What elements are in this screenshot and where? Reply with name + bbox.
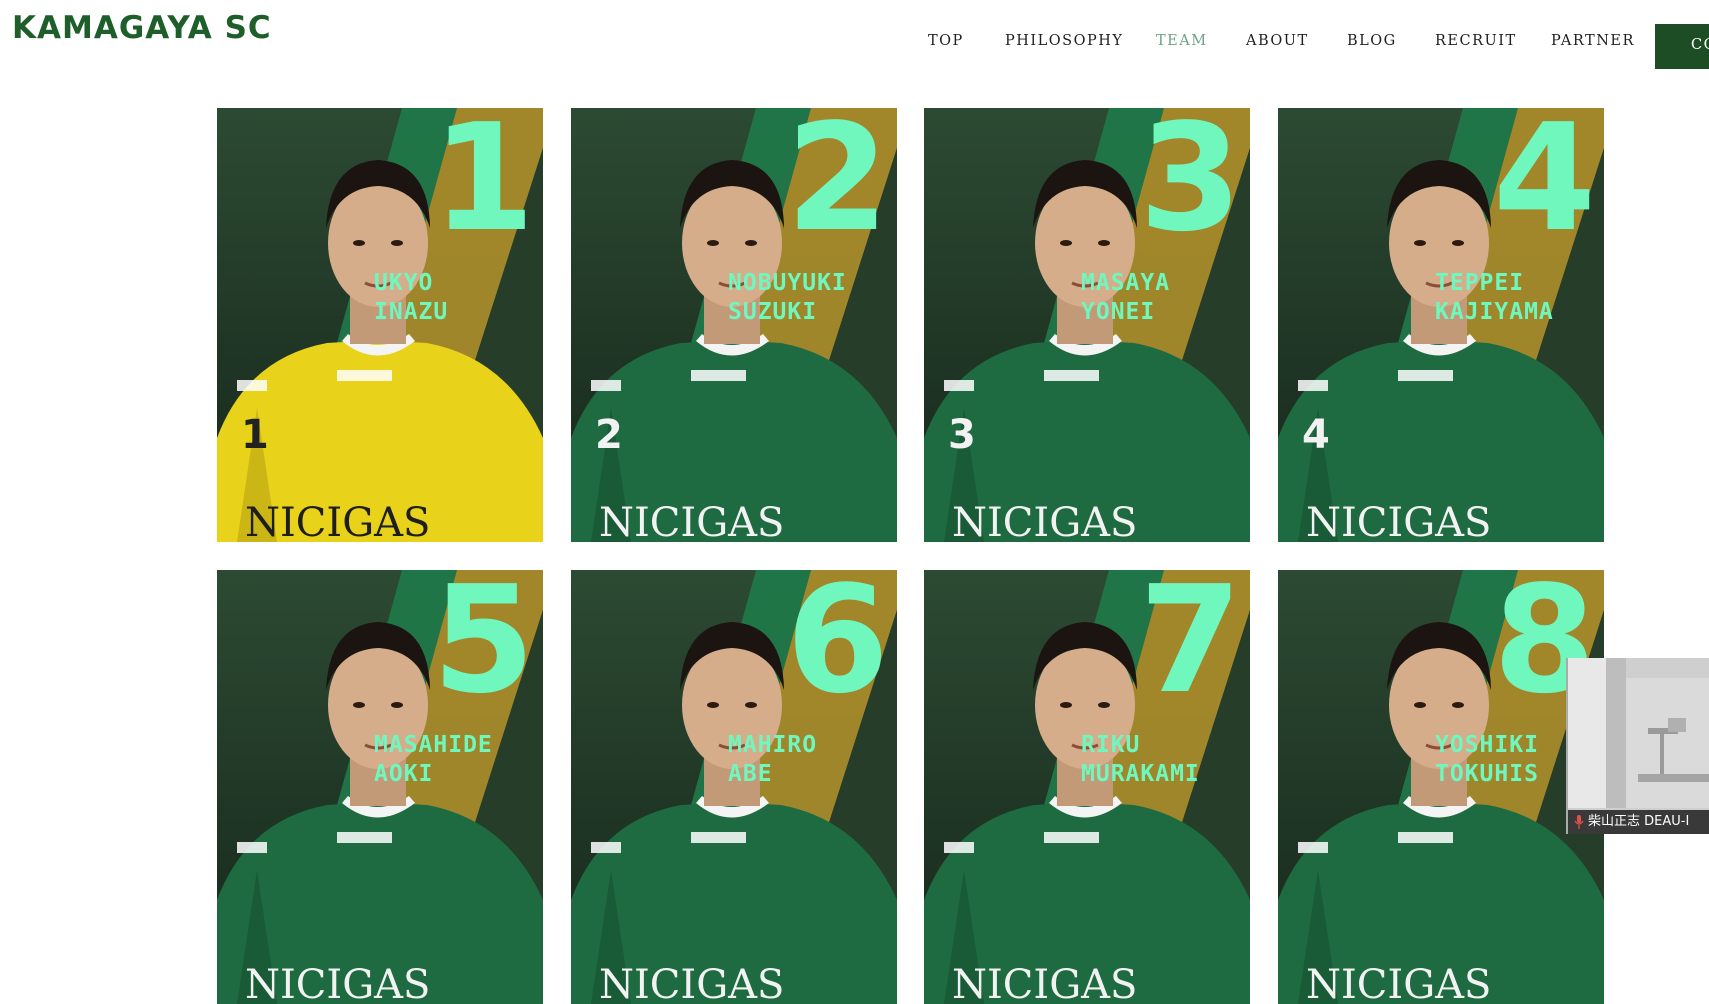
player-card[interactable]: NICIGAS 5 MASAHIDE AOKI: [217, 570, 543, 1004]
video-call-overlay[interactable]: 柴山正志 DEAU-I: [1566, 658, 1709, 834]
contact-button-label: CO: [1691, 37, 1709, 53]
nav-about[interactable]: ABOUT: [1246, 33, 1309, 49]
sponsor-text: NICIGAS: [599, 962, 784, 1004]
player-name: RIKU MURAKAMI: [1081, 732, 1200, 787]
main-nav: TOP PHILOSOPHY TEAM ABOUT BLOG RECRUIT P…: [0, 33, 1709, 57]
player-card[interactable]: 1 NICIGAS 1 UKYO INAZU: [217, 108, 543, 542]
player-name: MASAYA YONEI: [1081, 270, 1171, 325]
player-card[interactable]: NICIGAS 6 MAHIRO ABE: [571, 570, 897, 1004]
player-name: UKYO INAZU: [374, 270, 449, 325]
nav-top[interactable]: TOP: [928, 33, 964, 49]
sponsor-text: NICIGAS: [599, 500, 784, 542]
contact-button[interactable]: CO: [1655, 24, 1709, 69]
player-number: 1: [432, 108, 535, 264]
nav-recruit[interactable]: RECRUIT: [1435, 33, 1517, 49]
video-feed: [1568, 658, 1709, 834]
nav-blog[interactable]: BLOG: [1347, 33, 1397, 49]
svg-text:2: 2: [595, 412, 623, 458]
player-number: 4: [1493, 108, 1596, 264]
player-card[interactable]: 3 NICIGAS 3 MASAYA YONEI: [924, 108, 1250, 542]
video-caption: 柴山正志 DEAU-I: [1568, 810, 1709, 834]
muted-mic-icon: [1574, 814, 1584, 829]
player-card[interactable]: 2 NICIGAS 2 NOBUYUKI SUZUKI: [571, 108, 897, 542]
player-number: 5: [432, 570, 535, 726]
player-number: 3: [1139, 108, 1242, 264]
sponsor-text: NICIGAS: [952, 962, 1137, 1004]
player-card[interactable]: NICIGAS 7 RIKU MURAKAMI: [924, 570, 1250, 1004]
player-name: YOSHIKI TOKUHIS: [1435, 732, 1539, 787]
player-number: 6: [786, 570, 889, 726]
svg-text:1: 1: [241, 412, 269, 458]
player-name: NOBUYUKI SUZUKI: [728, 270, 847, 325]
player-name: MASAHIDE AOKI: [374, 732, 493, 787]
svg-text:3: 3: [948, 412, 976, 458]
video-participant-name: 柴山正志 DEAU-I: [1588, 814, 1690, 829]
player-card[interactable]: NICIGAS 8 YOSHIKI TOKUHIS: [1278, 570, 1604, 1004]
sponsor-text: NICIGAS: [245, 962, 430, 1004]
sponsor-text: NICIGAS: [952, 500, 1137, 542]
sponsor-text: NICIGAS: [245, 500, 430, 542]
nav-philosophy[interactable]: PHILOSOPHY: [1005, 33, 1123, 49]
nav-partner[interactable]: PARTNER: [1551, 33, 1635, 49]
player-number: 7: [1139, 570, 1242, 726]
player-number: 2: [786, 108, 889, 264]
player-card[interactable]: 4 NICIGAS 4 TEPPEI KAJIYAMA: [1278, 108, 1604, 542]
player-name: MAHIRO ABE: [728, 732, 818, 787]
nav-team[interactable]: TEAM: [1156, 33, 1208, 49]
svg-text:4: 4: [1302, 412, 1330, 458]
player-name: TEPPEI KAJIYAMA: [1435, 270, 1554, 325]
sponsor-text: NICIGAS: [1306, 962, 1491, 1004]
sponsor-text: NICIGAS: [1306, 500, 1491, 542]
